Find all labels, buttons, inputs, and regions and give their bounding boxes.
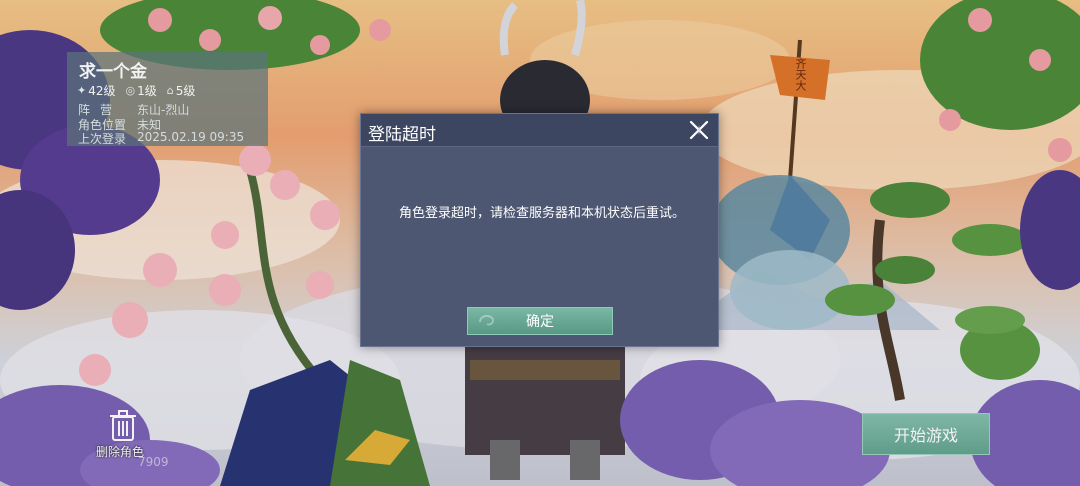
swirl-decoration-icon — [479, 314, 495, 326]
dialog-message: 角色登录超时，请检查服务器和本机状态后重试。 — [399, 206, 686, 221]
confirm-label: 确定 — [526, 314, 554, 330]
dialog-header: 登陆超时 — [361, 114, 718, 147]
confirm-button[interactable]: 确定 — [467, 307, 613, 335]
close-button[interactable] — [688, 119, 710, 141]
dialog-title: 登陆超时 — [368, 125, 436, 145]
login-timeout-dialog: 登陆超时 角色登录超时，请检查服务器和本机状态后重试。 确定 — [360, 113, 719, 347]
close-icon — [689, 120, 709, 140]
